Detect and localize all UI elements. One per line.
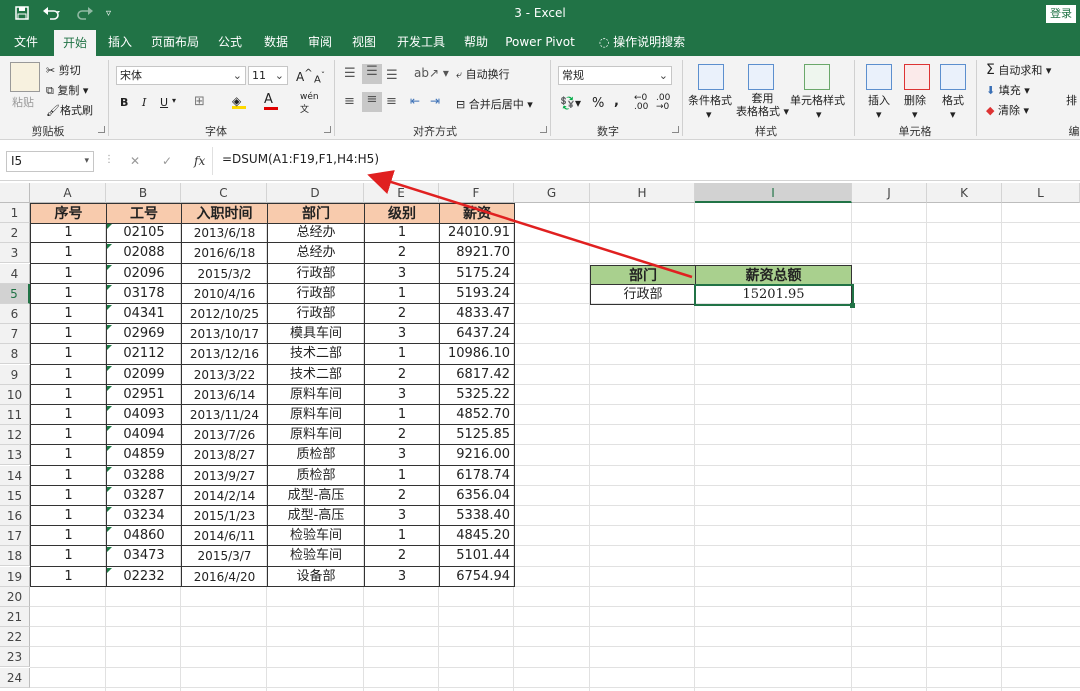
annotation-arrow	[367, 170, 693, 279]
